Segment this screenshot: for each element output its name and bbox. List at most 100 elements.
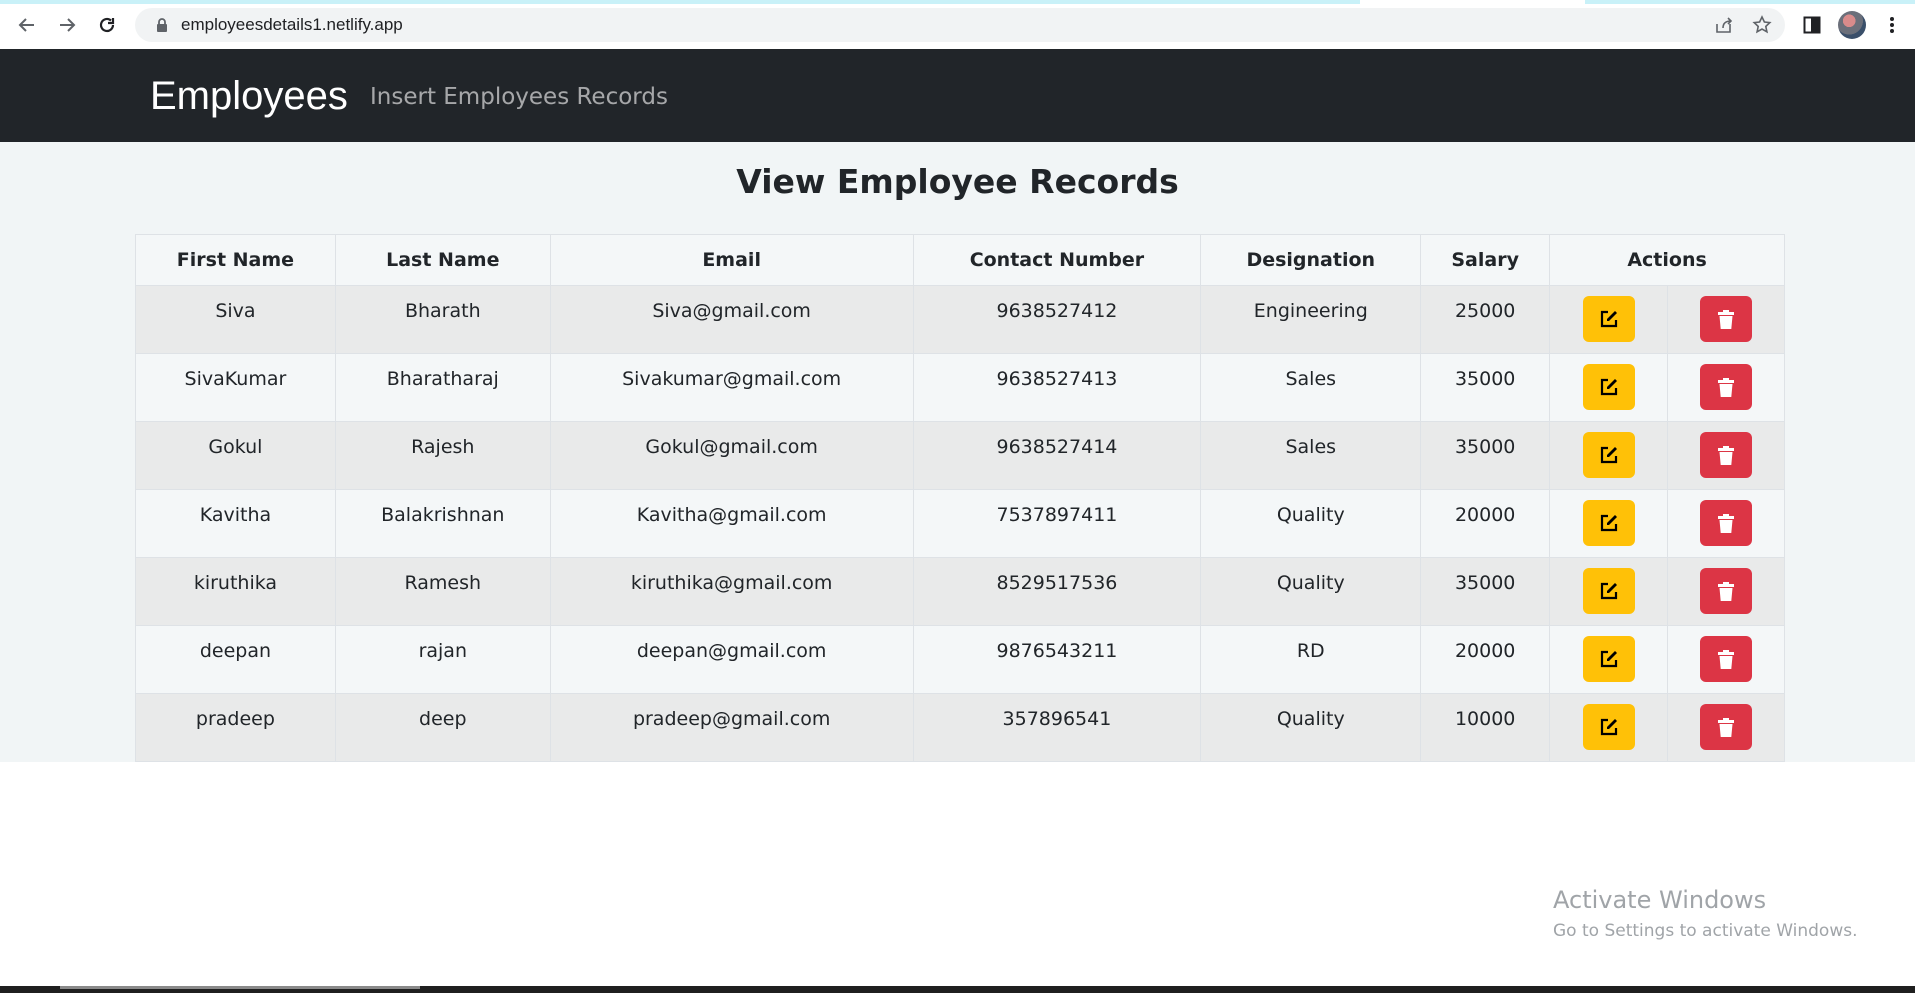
header-actions: Actions bbox=[1549, 234, 1785, 286]
header-salary: Salary bbox=[1420, 234, 1551, 286]
reload-icon[interactable] bbox=[93, 11, 121, 39]
trash-icon bbox=[1718, 717, 1735, 737]
header-contact-number: Contact Number bbox=[912, 234, 1202, 286]
trash-icon bbox=[1718, 581, 1735, 601]
edit-button[interactable] bbox=[1582, 500, 1635, 546]
edit-button[interactable] bbox=[1582, 568, 1635, 614]
cell-edit-action bbox=[1549, 693, 1669, 762]
cell-email: Sivakumar@gmail.com bbox=[549, 353, 914, 422]
edit-button[interactable] bbox=[1582, 704, 1635, 750]
address-bar[interactable]: employeesdetails1.netlify.app bbox=[135, 8, 1785, 42]
back-icon[interactable] bbox=[13, 11, 41, 39]
cell-last-name: Ramesh bbox=[334, 557, 551, 626]
share-icon[interactable] bbox=[1713, 14, 1735, 36]
header-email: Email bbox=[549, 234, 914, 286]
cell-edit-action bbox=[1549, 421, 1669, 490]
cell-first-name: Kavitha bbox=[135, 489, 336, 558]
cell-designation: Quality bbox=[1200, 489, 1422, 558]
loading-bar bbox=[0, 0, 1915, 4]
cell-contact-number: 9876543211 bbox=[912, 625, 1202, 694]
forward-icon[interactable] bbox=[53, 11, 81, 39]
cell-delete-action bbox=[1667, 421, 1785, 490]
delete-button[interactable] bbox=[1700, 704, 1753, 750]
edit-icon bbox=[1600, 514, 1617, 532]
cell-delete-action bbox=[1667, 489, 1785, 558]
cell-edit-action bbox=[1549, 353, 1669, 422]
navbar-brand[interactable]: Employees bbox=[150, 72, 348, 120]
cell-last-name: Rajesh bbox=[334, 421, 551, 490]
cell-last-name: Bharatharaj bbox=[334, 353, 551, 422]
edit-icon bbox=[1600, 718, 1617, 736]
cell-contact-number: 357896541 bbox=[912, 693, 1202, 762]
delete-button[interactable] bbox=[1700, 636, 1753, 682]
table-row: pradeep deep pradeep@gmail.com 357896541… bbox=[135, 693, 1785, 762]
cell-salary: 35000 bbox=[1420, 421, 1551, 490]
edit-button[interactable] bbox=[1582, 296, 1635, 342]
header-designation: Designation bbox=[1200, 234, 1422, 286]
table-header-row: First Name Last Name Email Contact Numbe… bbox=[135, 234, 1785, 286]
cell-first-name: Siva bbox=[135, 285, 336, 354]
cell-contact-number: 7537897411 bbox=[912, 489, 1202, 558]
edit-icon bbox=[1600, 446, 1617, 464]
table-row: deepan rajan deepan@gmail.com 9876543211… bbox=[135, 625, 1785, 694]
edit-icon bbox=[1600, 582, 1617, 600]
cell-salary: 35000 bbox=[1420, 557, 1551, 626]
table-row: kiruthika Ramesh kiruthika@gmail.com 852… bbox=[135, 557, 1785, 626]
cell-contact-number: 9638527413 bbox=[912, 353, 1202, 422]
cell-salary: 35000 bbox=[1420, 353, 1551, 422]
navbar: Employees Insert Employees Records bbox=[0, 49, 1915, 142]
watermark-subtitle: Go to Settings to activate Windows. bbox=[1553, 921, 1858, 941]
cell-salary: 10000 bbox=[1420, 693, 1551, 762]
delete-button[interactable] bbox=[1700, 568, 1753, 614]
cell-delete-action bbox=[1667, 625, 1785, 694]
cell-designation: Sales bbox=[1200, 421, 1422, 490]
trash-icon bbox=[1718, 649, 1735, 669]
trash-icon bbox=[1718, 445, 1735, 465]
edit-icon bbox=[1600, 378, 1617, 396]
star-icon[interactable] bbox=[1751, 14, 1773, 36]
header-last-name: Last Name bbox=[334, 234, 551, 286]
trash-icon bbox=[1718, 377, 1735, 397]
cell-contact-number: 9638527414 bbox=[912, 421, 1202, 490]
lock-icon[interactable] bbox=[151, 18, 173, 32]
cell-delete-action bbox=[1667, 285, 1785, 354]
edit-icon bbox=[1600, 310, 1617, 328]
cell-email: Siva@gmail.com bbox=[549, 285, 914, 354]
cell-salary: 20000 bbox=[1420, 489, 1551, 558]
delete-button[interactable] bbox=[1700, 364, 1753, 410]
employee-table: First Name Last Name Email Contact Numbe… bbox=[135, 234, 1785, 762]
cell-last-name: Balakrishnan bbox=[334, 489, 551, 558]
insert-records-link[interactable]: Insert Employees Records bbox=[370, 82, 668, 112]
delete-button[interactable] bbox=[1700, 500, 1753, 546]
table-row: Kavitha Balakrishnan Kavitha@gmail.com 7… bbox=[135, 489, 1785, 558]
cell-designation: RD bbox=[1200, 625, 1422, 694]
cell-designation: Engineering bbox=[1200, 285, 1422, 354]
cell-edit-action bbox=[1549, 285, 1669, 354]
cell-email: Gokul@gmail.com bbox=[549, 421, 914, 490]
cell-delete-action bbox=[1667, 693, 1785, 762]
edit-button[interactable] bbox=[1582, 432, 1635, 478]
edit-button[interactable] bbox=[1582, 364, 1635, 410]
cell-designation: Quality bbox=[1200, 557, 1422, 626]
table-row: SivaKumar Bharatharaj Sivakumar@gmail.co… bbox=[135, 353, 1785, 422]
cell-contact-number: 9638527412 bbox=[912, 285, 1202, 354]
delete-button[interactable] bbox=[1700, 296, 1753, 342]
address-url[interactable]: employeesdetails1.netlify.app bbox=[181, 15, 403, 35]
menu-icon[interactable] bbox=[1880, 11, 1904, 39]
cell-first-name: deepan bbox=[135, 625, 336, 694]
cell-last-name: rajan bbox=[334, 625, 551, 694]
main-content: View Employee Records First Name Last Na… bbox=[0, 142, 1915, 762]
cell-email: Kavitha@gmail.com bbox=[549, 489, 914, 558]
cell-designation: Sales bbox=[1200, 353, 1422, 422]
profile-avatar[interactable] bbox=[1838, 11, 1866, 39]
cell-delete-action bbox=[1667, 557, 1785, 626]
watermark-title: Activate Windows bbox=[1553, 886, 1767, 914]
edit-button[interactable] bbox=[1582, 636, 1635, 682]
cell-salary: 20000 bbox=[1420, 625, 1551, 694]
delete-button[interactable] bbox=[1700, 432, 1753, 478]
cell-email: pradeep@gmail.com bbox=[549, 693, 914, 762]
cell-last-name: deep bbox=[334, 693, 551, 762]
table-row: Gokul Rajesh Gokul@gmail.com 9638527414 … bbox=[135, 421, 1785, 490]
cell-first-name: Gokul bbox=[135, 421, 336, 490]
side-panel-icon[interactable] bbox=[1800, 11, 1824, 39]
